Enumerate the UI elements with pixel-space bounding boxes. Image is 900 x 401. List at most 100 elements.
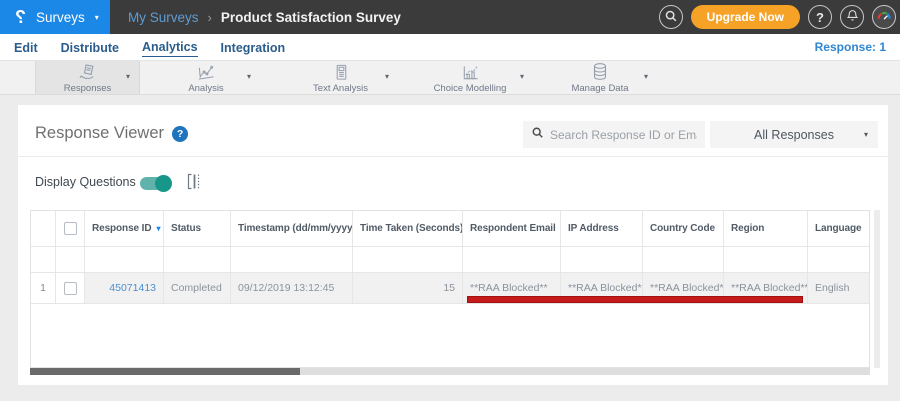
header-timestamp[interactable]: Timestamp (dd/mm/yyyy) ⇅ [231, 211, 353, 247]
toolbar-item-label: Responses [63, 82, 112, 94]
header-region[interactable]: Region [724, 211, 808, 247]
text-analysis-icon [331, 63, 351, 82]
search-button[interactable] [658, 5, 683, 29]
toolbar-item-analysis[interactable]: ▾ Analysis [152, 61, 260, 94]
cell-timestamp: 09/12/2019 13:12:45 [231, 273, 353, 304]
chevron-down-icon: ▾ [125, 72, 130, 81]
cell-status: Completed [164, 273, 231, 304]
breadcrumb-my-surveys[interactable]: My Surveys [128, 10, 199, 25]
cell-language: English [808, 273, 869, 304]
display-questions-toggle[interactable] [140, 175, 172, 192]
tab-distribute[interactable]: Distribute [61, 38, 119, 57]
help-button[interactable]: ? [808, 5, 832, 29]
tab-analytics[interactable]: Analytics [141, 37, 198, 57]
pin-columns-icon[interactable] [186, 172, 203, 196]
chevron-down-icon: ▾ [519, 72, 524, 81]
analytics-toolbar: ▾ Responses ▾ Analysis ▾ Text Analysis ▾… [0, 60, 900, 95]
header-label: Status [171, 223, 201, 234]
filter-cell[interactable] [353, 247, 463, 273]
chevron-down-icon: ▾ [94, 12, 99, 22]
table-empty-area [31, 304, 869, 367]
filter-cell[interactable] [808, 247, 869, 273]
header-label: Country Code [650, 223, 715, 234]
filter-cell[interactable] [724, 247, 808, 273]
header-label: Response ID [92, 223, 152, 234]
manage-data-icon [589, 62, 611, 82]
horizontal-scrollbar[interactable] [30, 368, 870, 375]
filter-cell[interactable] [85, 247, 164, 273]
filter-cell[interactable] [463, 247, 561, 273]
choice-modelling-icon [459, 63, 481, 82]
toolbar-item-choice-modelling[interactable]: ▾ Choice Modelling [407, 61, 533, 94]
sort-desc-icon[interactable]: ▾ [156, 224, 160, 233]
responses-table: Response ID ▾ Status Timestamp (dd/mm/yy… [30, 210, 870, 368]
toolbar-item-label: Text Analysis [313, 82, 368, 94]
title-help-icon[interactable]: ? [172, 125, 189, 142]
product-menu-label: Surveys [36, 9, 85, 25]
header-language[interactable]: Language [808, 211, 869, 247]
header-ip-address[interactable]: IP Address [561, 211, 643, 247]
response-filter-dropdown[interactable]: All Responses ▾ [710, 121, 878, 148]
row-select-cell [56, 273, 85, 304]
page-title: Response Viewer [35, 124, 165, 142]
red-underline-annotation [467, 296, 803, 303]
header-respondent-email[interactable]: Respondent Email [463, 211, 561, 247]
filter-cell[interactable] [164, 247, 231, 273]
header-label: Language [815, 223, 862, 234]
header-select-all-cell [56, 211, 85, 247]
question-mark-icon: ? [816, 9, 824, 25]
header-time-taken[interactable]: Time Taken (Seconds) ⇅ [353, 211, 463, 247]
response-viewer-panel: Response Viewer ? All Responses ▾ Displa… [18, 105, 888, 385]
vertical-scrollbar[interactable] [874, 210, 880, 368]
tab-edit[interactable]: Edit [14, 38, 38, 57]
breadcrumb-separator: › [207, 9, 212, 25]
header-label: Region [731, 223, 765, 234]
chevron-down-icon: ▾ [246, 72, 251, 81]
toolbar-item-label: Analysis [188, 82, 224, 94]
response-search-box [523, 121, 705, 148]
header-label: Time Taken (Seconds) [360, 223, 463, 234]
header-response-id[interactable]: Response ID ▾ [85, 211, 164, 247]
select-all-checkbox[interactable] [63, 222, 77, 235]
upgrade-now-button[interactable]: Upgrade Now [690, 5, 800, 29]
chevron-down-icon: ▾ [643, 72, 648, 81]
response-count-label: Response: 1 [814, 40, 886, 54]
profile-avatar[interactable] [872, 5, 896, 29]
analysis-icon [195, 63, 217, 82]
toolbar-item-text-analysis[interactable]: ▾ Text Analysis [283, 61, 398, 94]
display-questions-label: Display Questions [35, 175, 136, 189]
header-country-code[interactable]: Country Code [643, 211, 724, 247]
toggle-knob [155, 175, 172, 192]
cell-time-taken: 15 [353, 273, 463, 304]
chevron-down-icon: ▾ [384, 72, 389, 81]
header-corner-cell [31, 211, 56, 247]
app-window: ? Surveys ▾ My Surveys › Product Satisfa… [0, 0, 900, 401]
search-input[interactable] [550, 127, 697, 142]
gauge-avatar-icon [875, 7, 893, 28]
horizontal-scrollbar-thumb[interactable] [30, 368, 300, 375]
response-id-link[interactable]: 45071413 [109, 282, 156, 294]
page-title-row: Response Viewer ? [35, 124, 189, 143]
toolbar-item-label: Choice Modelling [433, 82, 507, 94]
filter-cell[interactable] [643, 247, 724, 273]
filter-cell [56, 247, 85, 273]
search-icon [531, 126, 544, 144]
title-divider [18, 156, 888, 157]
toolbar-item-responses[interactable]: ▾ Responses [35, 61, 140, 94]
row-checkbox[interactable] [63, 281, 77, 295]
filter-cell[interactable] [561, 247, 643, 273]
survey-nav: Edit Distribute Analytics Integration Re… [0, 34, 900, 60]
filter-cell[interactable] [231, 247, 353, 273]
toolbar-item-manage-data[interactable]: ▾ Manage Data [543, 61, 657, 94]
filter-dropdown-value: All Responses [754, 127, 834, 142]
header-status[interactable]: Status [164, 211, 231, 247]
filter-cell [31, 247, 56, 273]
responses-icon [77, 63, 99, 82]
topbar-actions: Upgrade Now ? [658, 5, 900, 29]
product-menu[interactable]: ? Surveys ▾ [0, 0, 110, 34]
header-label: IP Address [568, 223, 619, 234]
notifications-button[interactable] [840, 5, 864, 29]
chevron-down-icon: ▾ [863, 130, 868, 139]
tab-integration[interactable]: Integration [221, 38, 286, 57]
topbar: ? Surveys ▾ My Surveys › Product Satisfa… [0, 0, 900, 34]
